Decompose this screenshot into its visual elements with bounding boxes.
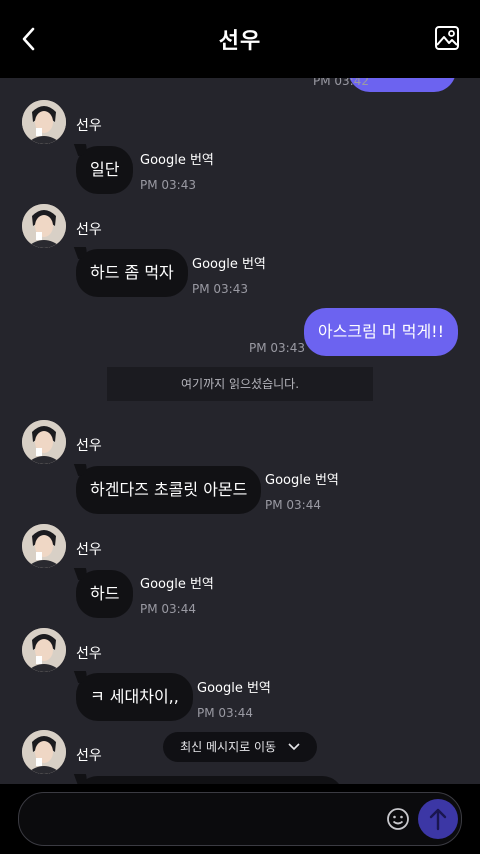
jump-label: 최신 메시지로 이동 xyxy=(180,740,277,754)
sender-name: 선우 xyxy=(76,748,102,764)
emoji-button[interactable] xyxy=(386,807,410,831)
image-icon xyxy=(435,26,459,50)
message-time: PM 03:44 xyxy=(140,602,196,616)
chevron-down-icon xyxy=(288,743,300,751)
message-time: PM 03:44 xyxy=(197,706,253,720)
avatar[interactable] xyxy=(22,204,66,248)
sender-name: 선우 xyxy=(76,118,102,134)
send-button[interactable] xyxy=(418,799,458,839)
chat-header: 선우 xyxy=(0,0,480,78)
avatar[interactable] xyxy=(22,730,66,774)
message-time: PM 03:44 xyxy=(265,498,321,512)
message-composer xyxy=(0,784,480,854)
message-list[interactable]: PM 03:42 선우 일단 Google 번역 PM 03:43 선우 하드 … xyxy=(0,78,480,784)
back-button[interactable] xyxy=(14,24,44,54)
google-translate-button[interactable]: Google 번역 xyxy=(192,253,266,272)
message-time: PM 03:42 xyxy=(313,78,369,88)
google-translate-button[interactable]: Google 번역 xyxy=(140,573,214,592)
message-bubble-incoming[interactable]: 하겐다즈 초콜릿 아몬드 xyxy=(76,466,262,514)
sender-name: 선우 xyxy=(76,222,102,238)
message-bubble-incoming[interactable]: 하드 xyxy=(76,570,134,618)
message-time: PM 03:43 xyxy=(192,282,248,296)
avatar[interactable] xyxy=(22,420,66,464)
sender-name: 선우 xyxy=(76,542,102,558)
message-bubble-incoming[interactable]: 하드 좀 먹자 xyxy=(76,249,188,297)
message-time: PM 03:43 xyxy=(140,178,196,192)
read-marker: 여기까지 읽으셨습니다. xyxy=(107,367,373,401)
message-bubble-incoming-partial[interactable] xyxy=(76,776,344,784)
sender-name: 선우 xyxy=(76,646,102,662)
google-translate-button[interactable]: Google 번역 xyxy=(140,149,214,168)
message-time: PM 03:43 xyxy=(249,341,305,355)
avatar[interactable] xyxy=(22,100,66,144)
message-bubble-incoming[interactable]: 일단 xyxy=(76,146,134,194)
chevron-left-icon xyxy=(22,27,35,51)
chat-title: 선우 xyxy=(218,29,262,54)
sender-name: 선우 xyxy=(76,438,102,454)
message-bubble-outgoing[interactable]: 아스크림 머 먹게!! xyxy=(303,308,458,356)
google-translate-button[interactable]: Google 번역 xyxy=(197,677,271,696)
gallery-button[interactable] xyxy=(434,25,462,53)
google-translate-button[interactable]: Google 번역 xyxy=(265,469,339,488)
message-bubble-incoming[interactable]: ㅋ 세대차이,, xyxy=(76,673,193,721)
jump-to-latest-button[interactable]: 최신 메시지로 이동 xyxy=(163,732,317,762)
smiley-icon xyxy=(387,808,409,830)
avatar[interactable] xyxy=(22,628,66,672)
arrow-up-icon xyxy=(429,808,447,831)
avatar[interactable] xyxy=(22,524,66,568)
